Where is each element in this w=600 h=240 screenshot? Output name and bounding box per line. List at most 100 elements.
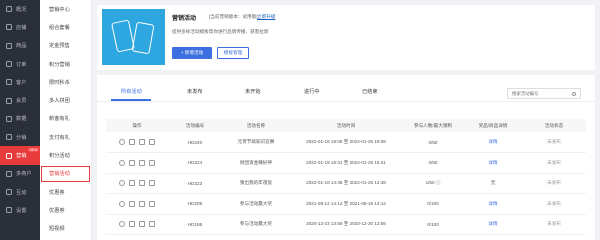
sidebar-item-data[interactable]: 数据 — [0, 110, 40, 128]
submenu-marketing-activity[interactable]: 营销活动 — [40, 165, 91, 183]
delete-icon[interactable] — [149, 221, 155, 228]
activity-status: 未发布 — [522, 152, 586, 174]
view-icon[interactable] — [119, 200, 125, 207]
participant-count: 0/100 — [402, 214, 464, 235]
tab-ongoing[interactable]: 进行中 — [304, 88, 320, 95]
view-icon[interactable] — [119, 221, 125, 228]
activity-status: 未发布 — [522, 173, 586, 194]
submenu-points-marketing[interactable]: 积分营销 — [40, 55, 91, 73]
edit-icon[interactable] — [129, 159, 135, 166]
page-title: 营销活动 — [172, 16, 197, 22]
page-description: 提供多样活动模板帮你进行品牌传播、获客拉新 — [172, 29, 269, 34]
submenu-group-buy[interactable]: 多人拼团 — [40, 91, 91, 109]
sidebar-item-marketing[interactable]: 营销 NEW — [0, 146, 40, 165]
participant-count: 0/50 — [402, 152, 464, 174]
activity-id: HD224 — [168, 152, 222, 174]
sidebar-item-overview[interactable]: 概况 — [0, 0, 40, 18]
template-manage-button[interactable]: 模板管理 — [217, 47, 249, 59]
tab-unpublished[interactable]: 未发布 — [187, 88, 203, 95]
activity-name: 元宵节搞知识竞赛 — [222, 132, 290, 153]
prize-detail-link[interactable]: 详情 — [464, 193, 522, 215]
primary-sidebar: 概况 店铺 商品 订单 客户 会员 数据 分销 营销 NEW 多商户 互动 设置 — [0, 0, 40, 240]
col-actions: 操作 — [106, 119, 168, 132]
submenu-coupon-2[interactable]: 优惠券 — [40, 201, 91, 219]
search-box[interactable] — [507, 88, 581, 99]
tab-ended[interactable]: 已结束 — [362, 88, 378, 95]
copy-icon[interactable] — [139, 221, 145, 228]
sidebar-item-shop[interactable]: 店铺 — [0, 18, 40, 36]
copy-icon[interactable] — [139, 200, 145, 207]
edit-icon[interactable] — [129, 221, 135, 228]
search-icon[interactable] — [572, 92, 576, 96]
sidebar-item-settings[interactable]: 设置 — [0, 201, 40, 219]
view-icon[interactable] — [119, 139, 125, 145]
sidebar-item-products[interactable]: 商品 — [0, 37, 40, 55]
add-activity-button[interactable]: + 新增活动 — [172, 47, 212, 59]
activity-time: 2022-01-18 14:48 至 2022-01-25 14:48 — [290, 173, 402, 194]
submenu-combo[interactable]: 组合套餐 — [40, 18, 91, 36]
sidebar-item-distribution[interactable]: 分销 — [0, 128, 40, 146]
store-icon — [6, 170, 12, 177]
activity-header-card: 营销活动 [当前营销版本：试用版] 立即升级 提供多样活动模板帮你进行品牌传播、… — [97, 5, 595, 70]
table-row: HD240 元宵节搞知识竞赛 2022-01-18 19:08 至 2022-01-… — [106, 132, 586, 153]
submenu-marketing-center[interactable]: 营销中心 — [40, 0, 91, 18]
user-icon — [6, 79, 12, 86]
activity-time: 2022-01-18 19:08 至 2022-01-25 19:08 — [290, 132, 402, 153]
edit-icon[interactable] — [129, 180, 135, 187]
edit-icon[interactable] — [129, 200, 135, 207]
col-time: 活动时间 — [290, 119, 402, 132]
gear-icon — [6, 207, 12, 214]
row-actions — [106, 214, 168, 235]
version-label: [当前营销版本：试用版] — [209, 14, 258, 19]
sidebar-item-members[interactable]: 会员 — [0, 91, 40, 109]
col-name: 活动名称 — [222, 119, 290, 132]
delete-icon[interactable] — [149, 139, 155, 145]
col-prize: 奖品/商品详情 — [464, 119, 522, 132]
row-actions — [106, 173, 168, 194]
submenu-short-video[interactable]: 短视频 — [40, 220, 91, 238]
view-icon[interactable] — [119, 180, 125, 187]
activity-status: 未发布 — [522, 193, 586, 215]
row-actions — [106, 132, 168, 153]
delete-icon[interactable] — [149, 200, 155, 207]
activity-id: HD223 — [168, 173, 222, 194]
submenu-new-customer-gift[interactable]: 新客有礼 — [40, 110, 91, 128]
col-participants: 参与人数/最大限制 — [402, 119, 464, 132]
submenu-flash-sale[interactable]: 限时秒杀 — [40, 73, 91, 91]
order-icon — [6, 61, 12, 68]
activity-name: 猜出我的年夜饭 — [222, 173, 290, 194]
submenu-pay-gift[interactable]: 支付有礼 — [40, 128, 91, 146]
sidebar-item-multi-merchant[interactable]: 多商户 — [0, 165, 40, 183]
delete-icon[interactable] — [149, 180, 155, 187]
activity-time: 2020-12-23 13:56 至 2020-12-30 13:56 — [290, 214, 402, 235]
submenu-coupon[interactable]: 优惠券 — [40, 183, 91, 201]
copy-icon[interactable] — [139, 139, 145, 145]
sidebar-item-interaction[interactable]: 互动 — [0, 183, 40, 201]
tab-not-started[interactable]: 未开始 — [245, 88, 261, 95]
sidebar-item-orders[interactable]: 订单 — [0, 55, 40, 73]
copy-icon[interactable] — [139, 180, 145, 187]
activity-time: 2021-08-12 14:12 至 2021-08-19 14:12 — [290, 193, 402, 215]
submenu-points-activity[interactable]: 积分活动 — [40, 146, 91, 164]
dashboard-icon — [6, 6, 12, 13]
activity-id: HD186 — [168, 214, 222, 235]
col-id: 活动编号 — [168, 119, 222, 132]
prize-detail-link[interactable]: 详情 — [464, 214, 522, 235]
edit-icon[interactable] — [129, 139, 135, 145]
activity-time: 2022-01-18 15:31 至 2022-01-25 15:31 — [290, 152, 402, 174]
copy-icon[interactable] — [139, 159, 145, 166]
sidebar-item-customers[interactable]: 客户 — [0, 73, 40, 91]
tab-all[interactable]: 所有活动 — [121, 88, 142, 95]
delete-icon[interactable] — [149, 159, 155, 166]
phone-icon-2 — [131, 21, 155, 55]
view-icon[interactable] — [119, 159, 125, 166]
prize-detail-link[interactable]: 详情 — [464, 132, 522, 153]
upgrade-link[interactable]: 立即升级 — [257, 14, 275, 20]
table-row: HD208 参与活动赢大奖 2021-08-12 14:12 至 2021-08-1… — [106, 193, 586, 215]
chart-icon — [6, 115, 12, 122]
table-row: HD186 参与活动赢大奖 2020-12-23 13:56 至 2020-12-3… — [106, 214, 586, 235]
submenu-presale[interactable]: 定金预售 — [40, 37, 91, 55]
table-header-row: 操作 活动编号 活动名称 活动时间 参与人数/最大限制 奖品/商品详情 活动状态 — [106, 119, 586, 132]
prize-detail-link[interactable]: 详情 — [464, 152, 522, 174]
search-input[interactable] — [512, 91, 572, 96]
